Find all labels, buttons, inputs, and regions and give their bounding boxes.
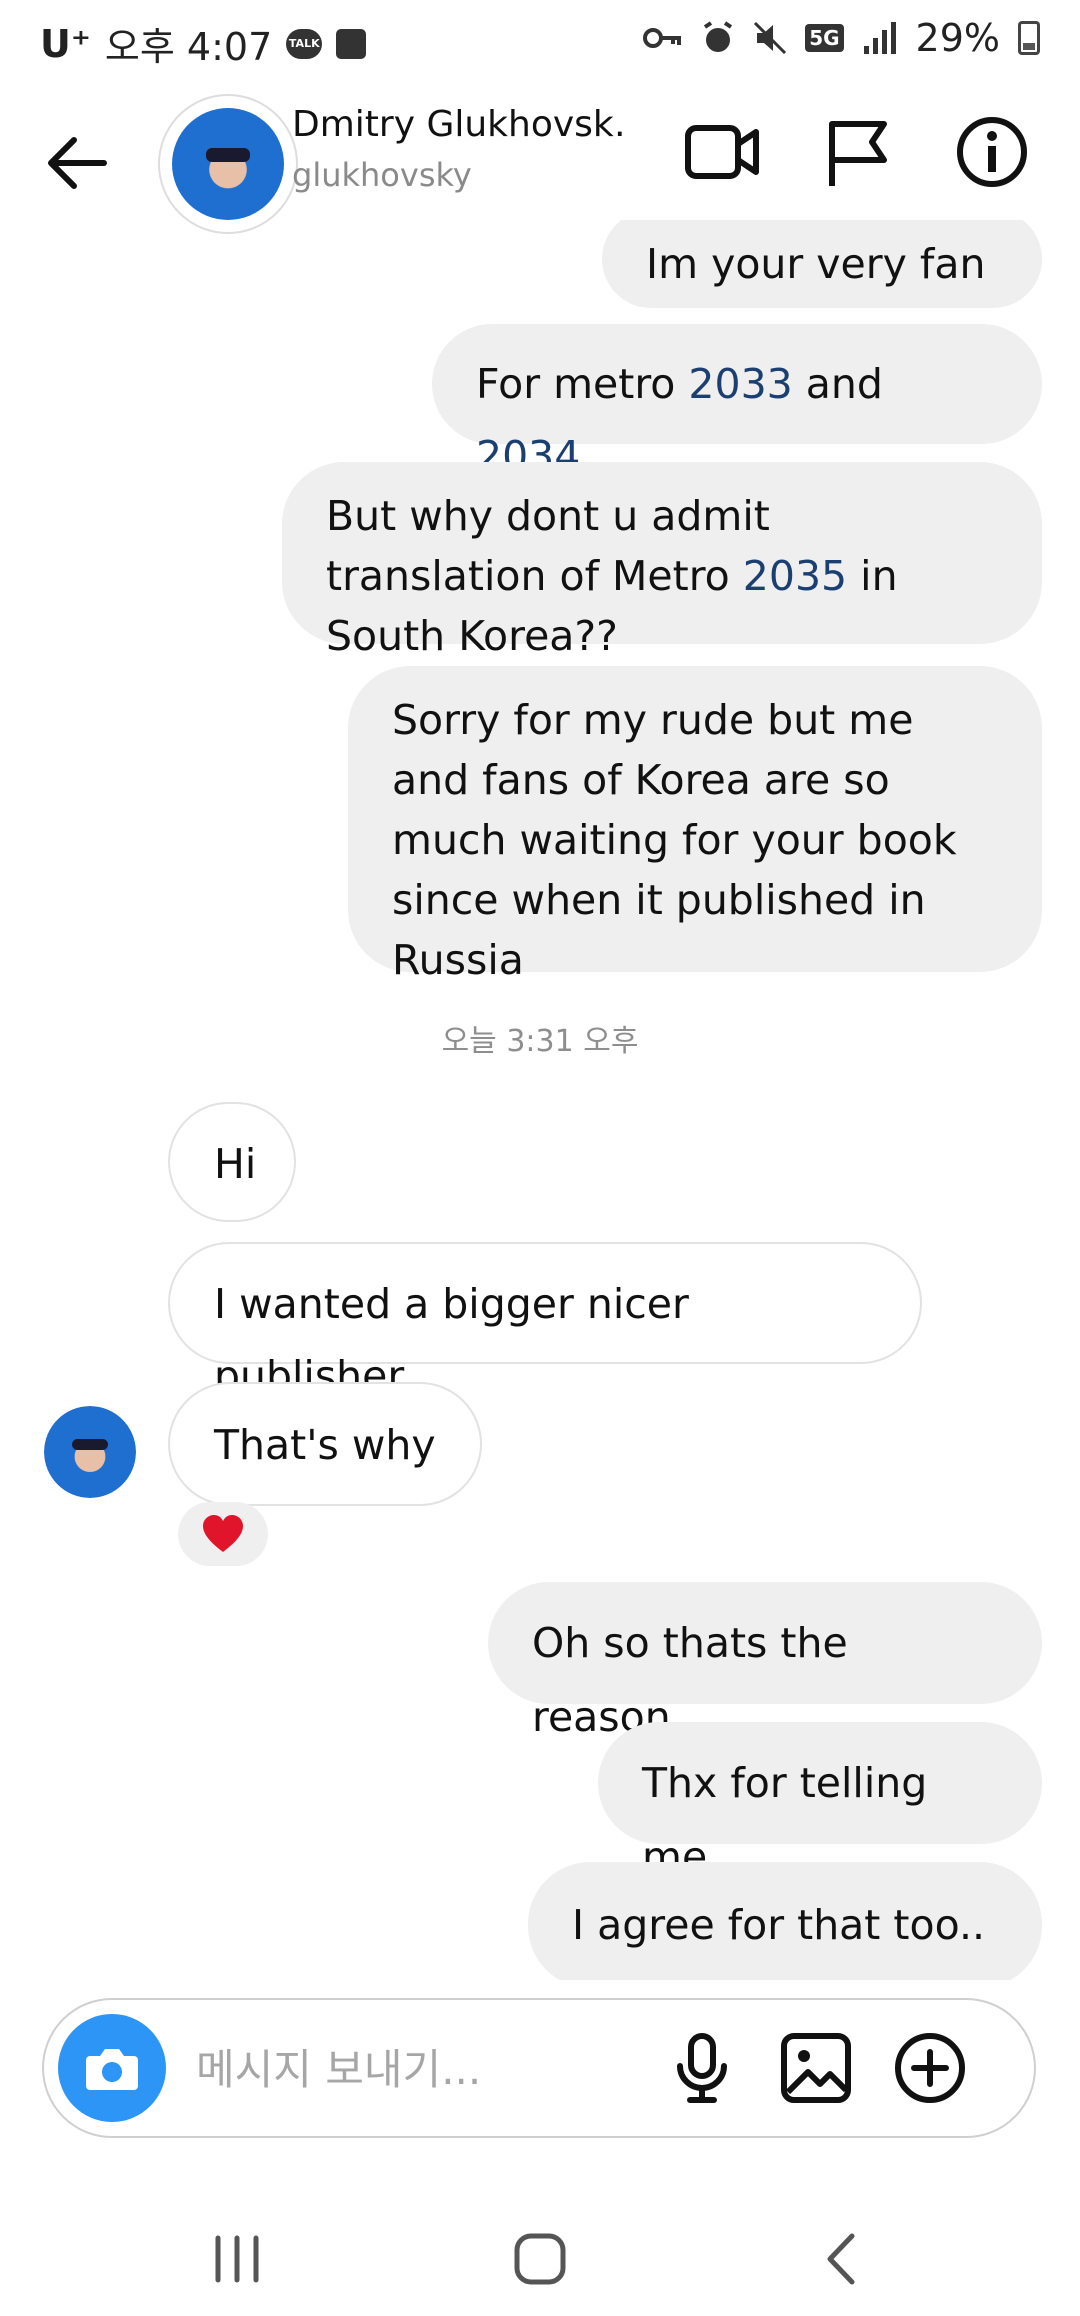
message-text: I agree for that too.. <box>572 1901 986 1949</box>
message-bubble-outgoing[interactable]: For metro 2033 and 2034 <box>432 324 1042 480</box>
message-bubble-outgoing[interactable]: Sorry for my rude but me and fans of Kor… <box>348 666 1042 984</box>
message-text: Hi <box>214 1140 257 1188</box>
status-bar: U⁺ 오후 4:07 TALK 5G 29% <box>0 0 1080 84</box>
recent-apps-icon[interactable] <box>202 2224 272 2294</box>
message-bubble-outgoing[interactable]: Thx for telling me <box>598 1722 1042 1881</box>
gallery-icon[interactable] <box>778 2030 854 2106</box>
message-bubble-outgoing[interactable]: I agree for that too.. <box>528 1862 1042 1980</box>
message-bubble-outgoing[interactable]: But why dont u admit translation of Metr… <box>282 462 1042 660</box>
carrier-label: U⁺ <box>40 21 91 66</box>
mute-icon <box>754 21 787 55</box>
message-text: Im your very fan <box>646 240 986 288</box>
system-nav-bar <box>0 2200 1080 2316</box>
message-text: But why dont u admit translation of Metr… <box>326 492 898 660</box>
battery-percent: 29% <box>915 16 1000 60</box>
plus-icon[interactable] <box>892 2030 968 2106</box>
avatar[interactable] <box>158 94 298 234</box>
heart-icon <box>203 1515 243 1552</box>
network-type: 5G <box>805 24 844 52</box>
message-composer <box>42 1998 1036 2138</box>
alarm-icon <box>704 21 733 52</box>
avatar-image <box>44 1406 136 1498</box>
message-bubble-outgoing[interactable]: Im your very fan <box>602 220 1042 308</box>
avatar-image <box>172 108 284 220</box>
message-bubble-outgoing[interactable]: Oh so thats the reason <box>488 1582 1042 1741</box>
home-icon[interactable] <box>505 2224 575 2294</box>
flag-icon[interactable] <box>818 112 898 192</box>
message-text: That's why <box>214 1421 436 1469</box>
info-icon[interactable] <box>952 112 1032 192</box>
message-bubble-incoming[interactable]: I wanted a bigger nicer publisher <box>168 1242 922 1400</box>
back-nav-icon[interactable] <box>808 2224 878 2294</box>
message-input[interactable] <box>194 2038 658 2100</box>
vpn-key-icon <box>643 28 682 48</box>
talk-notification-icon: TALK <box>286 28 323 59</box>
message-timestamp: 오늘 3:31 오후 <box>441 1024 639 1059</box>
battery-icon <box>1018 21 1040 55</box>
contact-name[interactable]: Dmitry Glukhovsk… <box>292 104 622 145</box>
message-text: Sorry for my rude but me and fans of Kor… <box>392 696 957 984</box>
contact-handle[interactable]: glukhovsky <box>292 156 472 194</box>
reaction-badge[interactable] <box>178 1502 268 1566</box>
video-call-icon[interactable] <box>682 112 762 192</box>
message-bubble-incoming[interactable]: Hi <box>168 1102 296 1222</box>
back-arrow-icon[interactable] <box>44 130 110 196</box>
message-bubble-incoming[interactable]: That's why <box>168 1382 482 1506</box>
chat-header: Dmitry Glukhovsk… glukhovsky <box>0 90 1080 240</box>
gallery-notification-icon <box>336 28 367 59</box>
microphone-icon[interactable] <box>664 2030 740 2106</box>
signal-icon <box>863 22 896 54</box>
sender-avatar[interactable] <box>44 1406 136 1498</box>
clock: 오후 4:07 <box>104 25 273 69</box>
camera-button[interactable] <box>58 2014 166 2122</box>
camera-icon <box>86 2049 138 2090</box>
message-thread[interactable]: Im your very fan For metro 2033 and 2034… <box>0 220 1080 1980</box>
